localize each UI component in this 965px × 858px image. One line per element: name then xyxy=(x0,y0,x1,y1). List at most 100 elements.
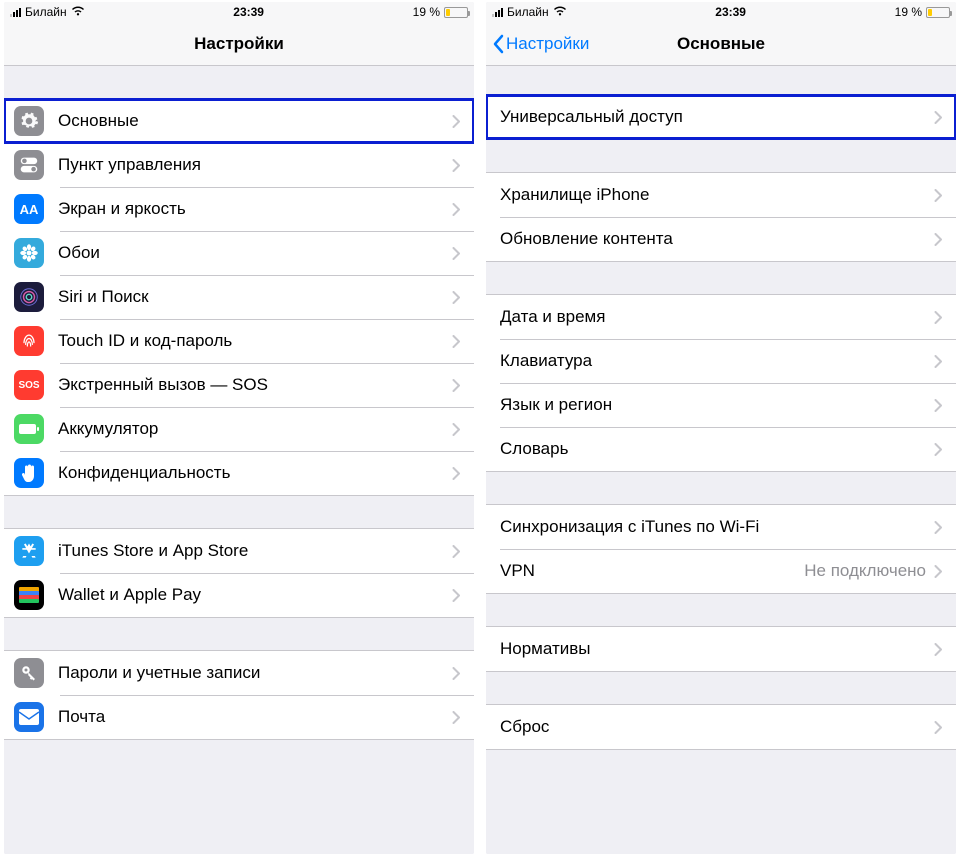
row-label: Wallet и Apple Pay xyxy=(58,585,452,605)
row-wallet-и-apple-pay[interactable]: Wallet и Apple Pay xyxy=(4,573,474,617)
row-vpn[interactable]: VPNНе подключено xyxy=(486,549,956,593)
chevron-right-icon xyxy=(452,291,460,304)
row-value: Не подключено xyxy=(804,561,926,581)
row-label: Универсальный доступ xyxy=(500,107,934,127)
chevron-right-icon xyxy=(934,521,942,534)
row-основные[interactable]: Основные xyxy=(4,99,474,143)
page-title: Настройки xyxy=(194,34,284,54)
row-хранилище-iphone[interactable]: Хранилище iPhone xyxy=(486,173,956,217)
chevron-right-icon xyxy=(452,711,460,724)
row-label: Обои xyxy=(58,243,452,263)
конфиденциальность-icon xyxy=(14,458,44,488)
row-label: Сброс xyxy=(500,717,934,737)
row-label: Клавиатура xyxy=(500,351,934,371)
chevron-right-icon xyxy=(934,565,942,578)
row-label: Синхронизация с iTunes по Wi-Fi xyxy=(500,517,934,537)
row-пункт-управления[interactable]: Пункт управления xyxy=(4,143,474,187)
general-screen: Билайн 23:39 19 % Настройки Основные Уни… xyxy=(486,2,956,854)
chevron-right-icon xyxy=(452,379,460,392)
wifi-icon xyxy=(71,5,85,19)
page-title: Основные xyxy=(677,34,765,54)
row-обои[interactable]: Обои xyxy=(4,231,474,275)
row-экран-и-яркость[interactable]: AAЭкран и яркость xyxy=(4,187,474,231)
chevron-right-icon xyxy=(934,189,942,202)
row-label: Язык и регион xyxy=(500,395,934,415)
пункт-управления-icon xyxy=(14,150,44,180)
основные-icon xyxy=(14,106,44,136)
itunes-store-и-app-store-icon xyxy=(14,536,44,566)
chevron-right-icon xyxy=(452,203,460,216)
back-button[interactable]: Настройки xyxy=(492,34,589,54)
chevron-right-icon xyxy=(934,111,942,124)
chevron-right-icon xyxy=(934,443,942,456)
row-label: Почта xyxy=(58,707,452,727)
touch-id-и-код-пароль-icon xyxy=(14,326,44,356)
row-экстренный-вызов-sos[interactable]: SOSЭкстренный вызов — SOS xyxy=(4,363,474,407)
chevron-right-icon xyxy=(934,721,942,734)
row-синхронизация-с-itunes-по-wi-f[interactable]: Синхронизация с iTunes по Wi-Fi xyxy=(486,505,956,549)
signal-icon xyxy=(492,7,503,17)
carrier-label: Билайн xyxy=(25,5,67,19)
general-list[interactable]: Универсальный доступ Хранилище iPhone Обно… xyxy=(486,66,956,854)
row-label: Экстренный вызов — SOS xyxy=(58,375,452,395)
chevron-right-icon xyxy=(452,423,460,436)
nav-bar: Настройки xyxy=(4,22,474,66)
row-label: Пункт управления xyxy=(58,155,452,175)
chevron-right-icon xyxy=(934,643,942,656)
row-label: Основные xyxy=(58,111,452,131)
chevron-right-icon xyxy=(934,311,942,324)
chevron-right-icon xyxy=(452,545,460,558)
row-нормативы[interactable]: Нормативы xyxy=(486,627,956,671)
siri-и-поиск-icon xyxy=(14,282,44,312)
row-пароли-и-учетные-записи[interactable]: Пароли и учетные записи xyxy=(4,651,474,695)
chevron-right-icon xyxy=(452,115,460,128)
row-сброс[interactable]: Сброс xyxy=(486,705,956,749)
wallet-и-apple-pay-icon xyxy=(14,580,44,610)
row-аккумулятор[interactable]: Аккумулятор xyxy=(4,407,474,451)
row-дата-и-время[interactable]: Дата и время xyxy=(486,295,956,339)
battery-icon xyxy=(444,7,468,18)
пароли-и-учетные-записи-icon xyxy=(14,658,44,688)
row-label: Siri и Поиск xyxy=(58,287,452,307)
chevron-right-icon xyxy=(452,667,460,680)
row-label: Обновление контента xyxy=(500,229,934,249)
chevron-right-icon xyxy=(934,399,942,412)
почта-icon xyxy=(14,702,44,732)
row-label: Нормативы xyxy=(500,639,934,659)
row-label: Словарь xyxy=(500,439,934,459)
chevron-right-icon xyxy=(934,233,942,246)
chevron-left-icon xyxy=(492,34,504,54)
status-bar: Билайн 23:39 19 % xyxy=(4,2,474,22)
row-label: Аккумулятор xyxy=(58,419,452,439)
battery-percent: 19 % xyxy=(413,5,440,19)
nav-bar: Настройки Основные xyxy=(486,22,956,66)
row-label: Пароли и учетные записи xyxy=(58,663,452,683)
row-универсальный-доступ[interactable]: Универсальный доступ xyxy=(486,95,956,139)
row-label: Экран и яркость xyxy=(58,199,452,219)
wifi-icon xyxy=(553,5,567,19)
back-label: Настройки xyxy=(506,34,589,54)
row-label: Дата и время xyxy=(500,307,934,327)
row-itunes-store-и-app-store[interactable]: iTunes Store и App Store xyxy=(4,529,474,573)
row-touch-id-и-код-пароль[interactable]: Touch ID и код-пароль xyxy=(4,319,474,363)
chevron-right-icon xyxy=(452,247,460,260)
обои-icon xyxy=(14,238,44,268)
row-словарь[interactable]: Словарь xyxy=(486,427,956,471)
row-label: Touch ID и код-пароль xyxy=(58,331,452,351)
settings-list[interactable]: Основные Пункт управления AAЭкран и яркост… xyxy=(4,66,474,854)
battery-percent: 19 % xyxy=(895,5,922,19)
row-обновление-контента[interactable]: Обновление контента xyxy=(486,217,956,261)
clock: 23:39 xyxy=(233,5,264,19)
chevron-right-icon xyxy=(452,589,460,602)
row-клавиатура[interactable]: Клавиатура xyxy=(486,339,956,383)
row-почта[interactable]: Почта xyxy=(4,695,474,739)
row-label: VPN xyxy=(500,561,804,581)
signal-icon xyxy=(10,7,21,17)
row-siri-и-поиск[interactable]: Siri и Поиск xyxy=(4,275,474,319)
row-язык-и-регион[interactable]: Язык и регион xyxy=(486,383,956,427)
chevron-right-icon xyxy=(452,467,460,480)
row-конфиденциальность[interactable]: Конфиденциальность xyxy=(4,451,474,495)
row-label: iTunes Store и App Store xyxy=(58,541,452,561)
battery-icon xyxy=(926,7,950,18)
settings-screen: Билайн 23:39 19 % Настройки Основные Пунк… xyxy=(4,2,474,854)
